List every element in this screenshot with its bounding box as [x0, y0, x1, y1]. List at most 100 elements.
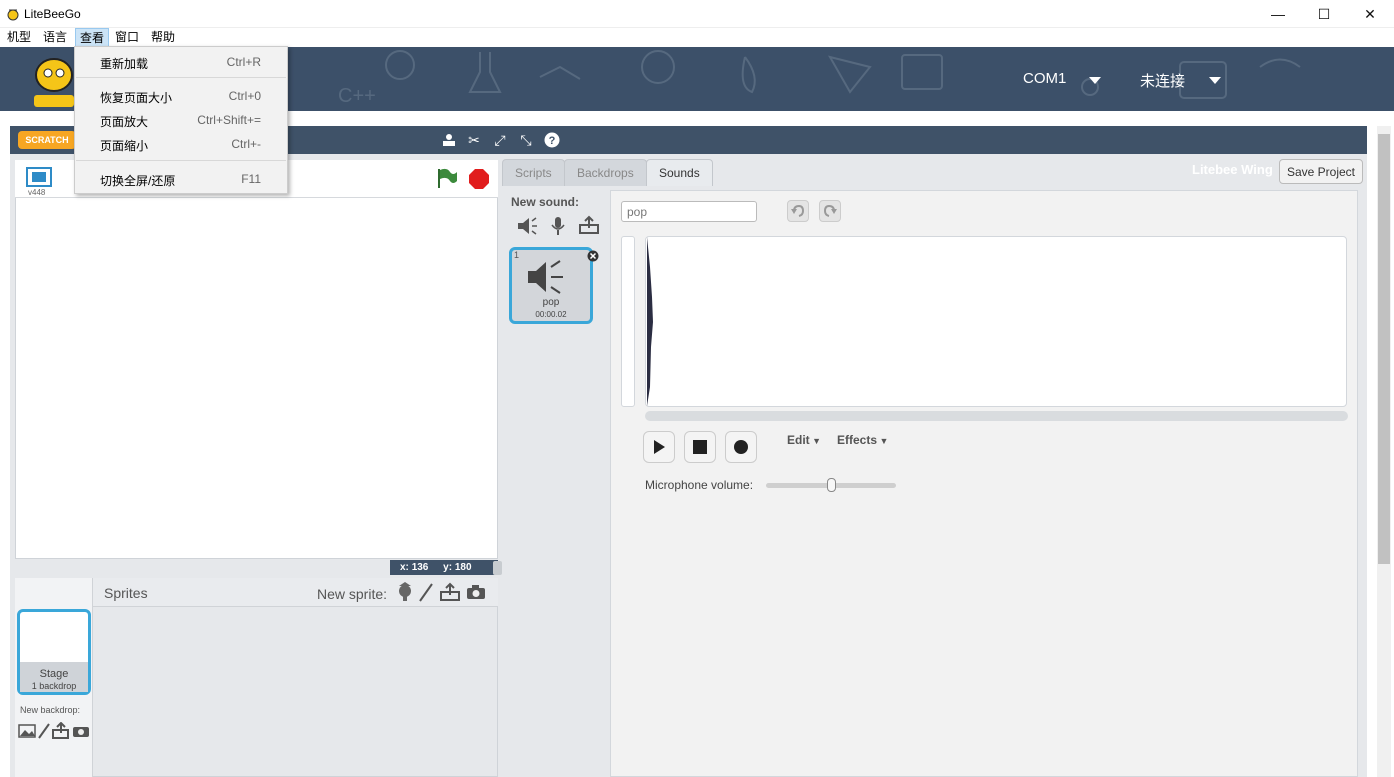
edit-label: Edit [787, 433, 810, 447]
menu-reset-zoom-shortcut: Ctrl+0 [228, 89, 261, 103]
menu-bar: 机型 语言 查看 窗口 帮助 [0, 28, 1394, 47]
menu-fullscreen-label: 切换全屏/还原 [100, 174, 176, 188]
duplicate-icon[interactable] [440, 131, 458, 149]
wave-left-strip [621, 236, 635, 407]
stage-canvas[interactable] [15, 160, 498, 559]
grow-icon[interactable]: ⤢ [491, 131, 509, 149]
backdrop-library-icon[interactable] [18, 723, 36, 742]
sound-name-input[interactable]: pop [621, 201, 757, 222]
edit-menu[interactable]: Edit ▼ [787, 433, 821, 447]
sprites-title: Sprites [104, 585, 148, 601]
maximize-button[interactable]: ☐ [1301, 0, 1347, 28]
device-label: Litebee Wing [1192, 162, 1273, 177]
camera-sprite-icon[interactable] [466, 584, 486, 603]
upload-sprite-icon[interactable] [440, 582, 460, 605]
menu-model[interactable]: 机型 [3, 28, 35, 47]
minimize-button[interactable]: — [1255, 0, 1301, 28]
waveform-view[interactable] [645, 236, 1347, 407]
menu-help[interactable]: 帮助 [147, 28, 179, 47]
menu-fullscreen[interactable]: 切换全屏/还原 F11 [75, 168, 287, 190]
collapse-stage-handle[interactable] [493, 561, 502, 575]
redo-icon [823, 204, 837, 217]
sound-item-name: pop [542, 297, 560, 308]
sound-library-icon[interactable] [516, 216, 538, 239]
stage-name: Stage [39, 668, 69, 680]
record-sound-icon[interactable] [550, 216, 566, 239]
svg-text:?: ? [549, 135, 556, 147]
scratch-logo: SCRATCH [18, 131, 76, 149]
menu-zoom-out-label: 页面缩小 [100, 139, 149, 153]
new-sound-label: New sound: [511, 195, 579, 209]
y-value: 180 [454, 562, 472, 573]
menu-separator [76, 77, 286, 78]
menu-reset-zoom[interactable]: 恢复页面大小 Ctrl+0 [75, 85, 287, 107]
menu-reset-zoom-label: 恢复页面大小 [100, 91, 173, 105]
menu-zoom-out-shortcut: Ctrl+- [231, 137, 261, 151]
menu-reload-shortcut: Ctrl+R [226, 55, 261, 69]
speaker-icon [526, 259, 566, 298]
stop-icon[interactable] [468, 168, 490, 193]
port-label[interactable]: COM1 [1023, 70, 1066, 87]
sound-item-duration: 00:00.02 [535, 310, 567, 319]
tab-backdrops[interactable]: Backdrops [564, 159, 647, 186]
menu-fullscreen-shortcut: F11 [241, 172, 261, 186]
mic-volume-slider[interactable] [766, 478, 896, 492]
menu-zoom-in-label: 页面放大 [100, 115, 149, 129]
close-button[interactable]: ✕ [1347, 0, 1393, 28]
page-scrollbar-thumb[interactable] [1378, 134, 1390, 564]
undo-button[interactable] [787, 200, 809, 222]
upload-sound-icon[interactable] [579, 215, 599, 238]
menu-zoom-in-shortcut: Ctrl+Shift+= [197, 113, 261, 127]
title-bar [0, 0, 1394, 28]
new-backdrop-label: New backdrop: [20, 705, 81, 715]
new-sprite-label: New sprite: [317, 586, 388, 602]
effects-menu[interactable]: Effects ▼ [837, 433, 888, 447]
stop-sound-button[interactable] [684, 431, 716, 463]
menu-zoom-out[interactable]: 页面缩小 Ctrl+- [75, 133, 287, 155]
menu-separator [76, 160, 286, 161]
upload-backdrop-icon[interactable] [52, 721, 70, 743]
menu-reload[interactable]: 重新加载 Ctrl+R [75, 51, 287, 73]
delete-sound-icon[interactable] [587, 250, 599, 265]
shrink-icon[interactable]: ⤡ [517, 131, 535, 149]
play-button[interactable] [643, 431, 675, 463]
paint-backdrop-icon[interactable] [38, 723, 50, 742]
mic-volume-label: Microphone volume: [645, 478, 754, 492]
help-icon[interactable]: ? [543, 131, 561, 149]
tab-sounds[interactable]: Sounds [646, 159, 713, 186]
app-icon [6, 7, 20, 21]
camera-backdrop-icon[interactable] [72, 724, 90, 741]
svg-text:C++: C++ [338, 85, 376, 107]
stop-square-icon [693, 440, 707, 454]
sound-item-index: 1 [514, 250, 520, 260]
x-label: x: [400, 562, 409, 573]
mic-volume-thumb[interactable] [826, 478, 836, 492]
redo-button[interactable] [819, 200, 841, 222]
view-dropdown-menu: 重新加载 Ctrl+R 恢复页面大小 Ctrl+0 页面放大 Ctrl+Shif… [74, 46, 288, 194]
stage-backdrop-count: 1 backdrop [31, 681, 77, 691]
sprite-library-icon[interactable] [396, 582, 414, 605]
y-label: y: [443, 562, 453, 573]
waveform [647, 237, 653, 406]
menu-view[interactable]: 查看 [75, 28, 110, 47]
port-dropdown-icon[interactable] [1089, 77, 1101, 84]
record-button[interactable] [725, 431, 757, 463]
undo-icon [791, 204, 805, 217]
menu-zoom-in[interactable]: 页面放大 Ctrl+Shift+= [75, 109, 287, 131]
menu-language[interactable]: 语言 [39, 28, 71, 47]
waveform-scrollbar[interactable] [645, 411, 1348, 421]
green-flag-icon[interactable] [436, 167, 458, 192]
presentation-mode-icon[interactable] [26, 167, 52, 190]
sprites-header [93, 578, 498, 607]
status-dropdown-icon[interactable] [1209, 77, 1221, 84]
menu-window[interactable]: 窗口 [111, 28, 143, 47]
tab-scripts[interactable]: Scripts [502, 159, 565, 186]
x-value: 136 [411, 562, 429, 573]
cut-icon[interactable]: ✂ [465, 131, 483, 149]
effects-label: Effects [837, 433, 878, 447]
mouse-coords: x: 136 y: 180 [400, 562, 472, 573]
paint-sprite-icon[interactable] [418, 582, 434, 605]
connection-status[interactable]: 未连接 [1140, 70, 1185, 91]
save-project-button[interactable]: Save Project [1279, 159, 1363, 184]
record-icon [734, 440, 748, 454]
